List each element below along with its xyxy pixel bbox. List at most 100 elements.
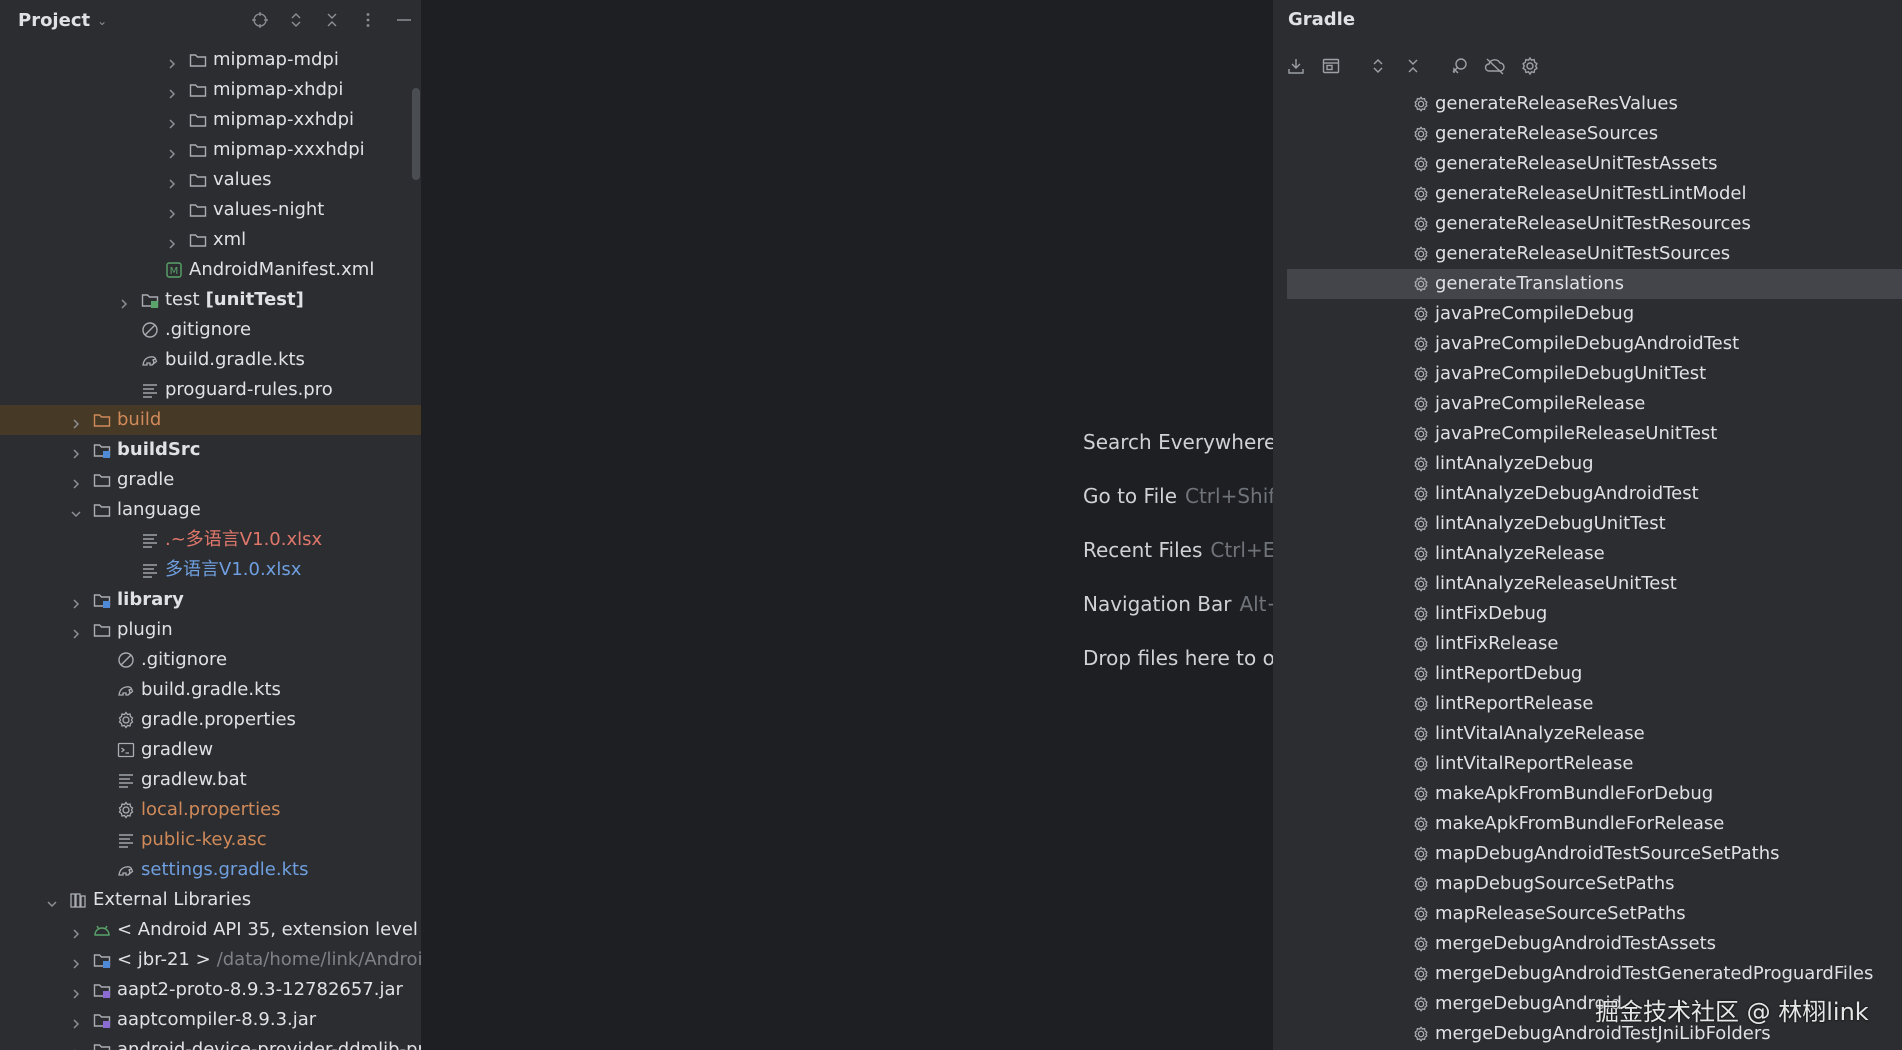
- chevron-right-icon[interactable]: [166, 234, 178, 249]
- gradle-task-row[interactable]: generateTranslations: [1287, 269, 1902, 299]
- gradle-task-row[interactable]: generateReleaseUnitTestAssets: [1273, 149, 1902, 179]
- gradle-task-row[interactable]: lintFixRelease: [1273, 629, 1902, 659]
- open-gradle-config-icon[interactable]: [1320, 55, 1342, 77]
- tree-row[interactable]: library: [0, 585, 421, 615]
- tree-row[interactable]: gradlew: [0, 735, 421, 765]
- hide-panel-icon[interactable]: [395, 11, 413, 29]
- gradle-task-row[interactable]: lintAnalyzeRelease: [1273, 539, 1902, 569]
- chevron-right-icon[interactable]: [70, 474, 82, 489]
- tree-row[interactable]: plugin: [0, 615, 421, 645]
- gradle-task-row[interactable]: lintAnalyzeDebugUnitTest: [1273, 509, 1902, 539]
- chevron-right-icon[interactable]: [166, 84, 178, 99]
- expand-all-icon[interactable]: [287, 11, 305, 29]
- chevron-right-icon[interactable]: [166, 174, 178, 189]
- gradle-task-row[interactable]: lintAnalyzeReleaseUnitTest: [1273, 569, 1902, 599]
- chevron-right-icon[interactable]: [70, 984, 82, 999]
- offline-mode-icon[interactable]: [1484, 55, 1506, 77]
- gradle-task-row[interactable]: lintVitalReportRelease: [1273, 749, 1902, 779]
- collapse-all-icon[interactable]: [1402, 55, 1424, 77]
- gradle-task-row[interactable]: generateReleaseUnitTestResources: [1273, 209, 1902, 239]
- gradle-task-row[interactable]: mergeDebugAndroidTestAssets: [1273, 929, 1902, 959]
- chevron-right-icon[interactable]: [70, 624, 82, 639]
- tree-row[interactable]: aaptcompiler-8.9.3.jar: [0, 1005, 421, 1035]
- locate-file-icon[interactable]: [251, 11, 269, 29]
- gradle-task-row[interactable]: lintAnalyzeDebugAndroidTest: [1273, 479, 1902, 509]
- gradle-task-row[interactable]: lintReportRelease: [1273, 689, 1902, 719]
- gradle-task-row[interactable]: generateReleaseUnitTestSources: [1273, 239, 1902, 269]
- chevron-down-icon[interactable]: [70, 504, 82, 518]
- tree-row[interactable]: settings.gradle.kts: [0, 855, 421, 885]
- tree-row[interactable]: public-key.asc: [0, 825, 421, 855]
- chevron-right-icon[interactable]: [166, 204, 178, 219]
- chevron-right-icon[interactable]: [70, 1014, 82, 1029]
- tree-row[interactable]: build: [0, 405, 421, 435]
- gradle-task-row[interactable]: generateReleaseResValues: [1273, 89, 1902, 119]
- chevron-right-icon[interactable]: [166, 144, 178, 159]
- tree-row[interactable]: mipmap-xhdpi: [0, 75, 421, 105]
- project-view-selector[interactable]: Project: [18, 10, 90, 31]
- tree-row[interactable]: android-device-provider-ddmlib-proto-3: [0, 1035, 425, 1050]
- download-sources-icon[interactable]: [1285, 55, 1307, 77]
- chevron-right-icon[interactable]: [70, 924, 82, 939]
- gradle-task-row[interactable]: mapDebugSourceSetPaths: [1273, 869, 1902, 899]
- gradle-task-row[interactable]: mapDebugAndroidTestSourceSetPaths: [1273, 839, 1902, 869]
- gradle-task-row[interactable]: makeApkFromBundleForDebug: [1273, 779, 1902, 809]
- gradle-task-row[interactable]: javaPreCompileReleaseUnitTest: [1273, 419, 1902, 449]
- gradle-task-row[interactable]: lintFixDebug: [1273, 599, 1902, 629]
- gradle-task-row[interactable]: generateReleaseUnitTestLintModel: [1273, 179, 1902, 209]
- chevron-right-icon[interactable]: [118, 294, 130, 309]
- tree-row[interactable]: mipmap-xxhdpi: [0, 105, 421, 135]
- tree-row[interactable]: build.gradle.kts: [0, 675, 421, 705]
- tree-row[interactable]: values-night: [0, 195, 421, 225]
- tree-row[interactable]: buildSrc: [0, 435, 421, 465]
- gradle-task-row[interactable]: makeApkFromBundleForRelease: [1273, 809, 1902, 839]
- tree-row[interactable]: xml: [0, 225, 421, 255]
- chevron-right-icon[interactable]: [166, 114, 178, 129]
- gradle-task-row[interactable]: javaPreCompileDebugAndroidTest: [1273, 329, 1902, 359]
- tree-row[interactable]: < jbr-21 >/data/home/link/Android/andr: [0, 945, 425, 975]
- gradle-task-row[interactable]: mergeDebugAndroidTestGeneratedProguardFi…: [1273, 959, 1902, 989]
- gradle-task-row[interactable]: generateReleaseSources: [1273, 119, 1902, 149]
- tree-row[interactable]: local.properties: [0, 795, 421, 825]
- tree-row[interactable]: 多语言V1.0.xlsx: [0, 555, 421, 585]
- gradle-task-list[interactable]: generateReleaseResValues generateReleaseS…: [1273, 89, 1902, 1049]
- gradle-task-row[interactable]: javaPreCompileDebugUnitTest: [1273, 359, 1902, 389]
- gradle-task-row[interactable]: mapReleaseSourceSetPaths: [1273, 899, 1902, 929]
- chevron-right-icon[interactable]: [70, 414, 82, 429]
- tree-row[interactable]: test [unitTest]: [0, 285, 421, 315]
- gradle-task-row[interactable]: lintVitalAnalyzeRelease: [1273, 719, 1902, 749]
- tree-row[interactable]: .~多语言V1.0.xlsx: [0, 525, 421, 555]
- more-options-icon[interactable]: [359, 11, 377, 29]
- tree-row[interactable]: External Libraries: [0, 885, 421, 915]
- chevron-down-icon[interactable]: ⌄: [97, 14, 107, 28]
- chevron-right-icon[interactable]: [70, 1044, 82, 1050]
- chevron-right-icon[interactable]: [70, 954, 82, 969]
- chevron-right-icon[interactable]: [166, 54, 178, 69]
- tree-row[interactable]: aapt2-proto-8.9.3-12782657.jar: [0, 975, 421, 1005]
- project-tree[interactable]: mipmap-mdpi mipmap-xhdpi mipmap-xxhdpi mipm…: [0, 45, 425, 1050]
- tree-row[interactable]: < Android API 35, extension level 13 Pla…: [0, 915, 425, 945]
- gradle-task-row[interactable]: lintAnalyzeDebug: [1273, 449, 1902, 479]
- tree-row[interactable]: .gitignore: [0, 315, 421, 345]
- tree-row[interactable]: mipmap-mdpi: [0, 45, 421, 75]
- tree-row[interactable]: gradle.properties: [0, 705, 421, 735]
- chevron-down-icon[interactable]: [46, 894, 58, 908]
- chevron-right-icon[interactable]: [70, 594, 82, 609]
- gradle-task-row[interactable]: lintReportDebug: [1273, 659, 1902, 689]
- collapse-all-icon[interactable]: [323, 11, 341, 29]
- tree-row[interactable]: .gitignore: [0, 645, 421, 675]
- tree-row[interactable]: proguard-rules.pro: [0, 375, 421, 405]
- expand-all-icon[interactable]: [1367, 55, 1389, 77]
- tree-row[interactable]: language: [0, 495, 421, 525]
- chevron-right-icon[interactable]: [70, 444, 82, 459]
- settings-icon[interactable]: [1519, 55, 1541, 77]
- gradle-task-row[interactable]: javaPreCompileRelease: [1273, 389, 1902, 419]
- tree-row[interactable]: values: [0, 165, 421, 195]
- tree-row[interactable]: mipmap-xxxhdpi: [0, 135, 421, 165]
- gradle-task-row[interactable]: javaPreCompileDebug: [1273, 299, 1902, 329]
- tree-row[interactable]: gradle: [0, 465, 421, 495]
- analyze-dependencies-icon[interactable]: [1449, 55, 1471, 77]
- tree-row[interactable]: build.gradle.kts: [0, 345, 421, 375]
- tree-row[interactable]: gradlew.bat: [0, 765, 421, 795]
- project-scrollbar[interactable]: [412, 88, 420, 180]
